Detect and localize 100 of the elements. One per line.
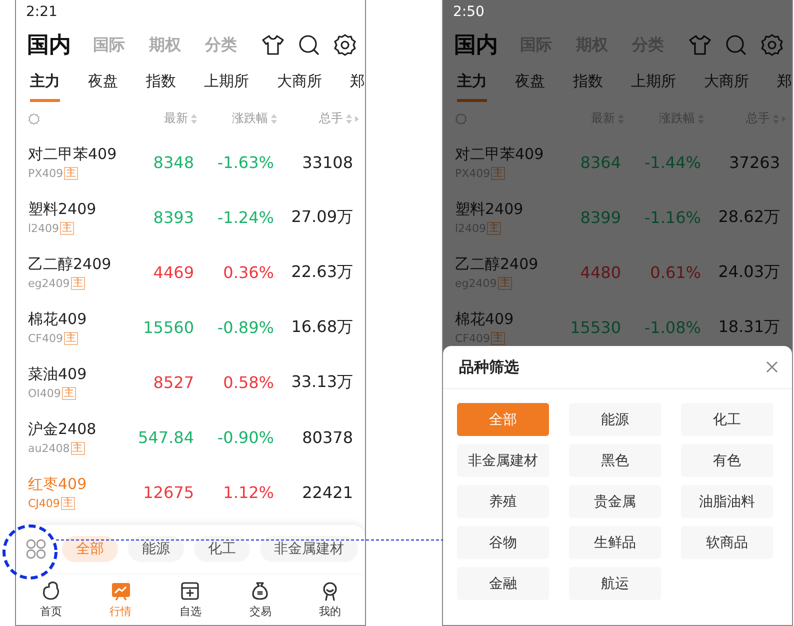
category-option[interactable]: 软商品 bbox=[681, 526, 773, 559]
latest-price: 547.84 bbox=[137, 428, 194, 447]
category-option[interactable]: 生鲜品 bbox=[569, 526, 661, 559]
exchange-tab[interactable]: 上期所 bbox=[204, 72, 249, 102]
main-contract-tag: 主 bbox=[62, 387, 76, 400]
category-chip[interactable]: 化工 bbox=[194, 536, 250, 562]
main-contract-tag: 主 bbox=[60, 222, 74, 235]
main-contract-tag: 主 bbox=[487, 222, 502, 235]
change-percent: -1.63% bbox=[216, 153, 274, 172]
volume: 33.13万 bbox=[290, 372, 353, 393]
main-contract-tag: 主 bbox=[491, 167, 506, 180]
latest-price: 8527 bbox=[152, 373, 194, 392]
category-option[interactable]: 有色 bbox=[681, 444, 773, 477]
latest-price: 15530 bbox=[569, 318, 621, 337]
change-percent: -0.90% bbox=[216, 428, 274, 447]
contract-code: OI409 bbox=[28, 387, 61, 400]
market-tab[interactable]: 国内 bbox=[27, 30, 71, 60]
exchange-tab[interactable]: 郑 bbox=[350, 72, 365, 102]
caret-icon bbox=[355, 116, 359, 122]
nav-item[interactable]: 自选 bbox=[165, 580, 216, 618]
volume: 80378 bbox=[301, 428, 353, 447]
contract-name: 菜油409 bbox=[28, 365, 88, 384]
change-percent: -1.24% bbox=[216, 208, 274, 227]
contract-name: 塑料2409 bbox=[28, 200, 98, 219]
shirt-icon[interactable] bbox=[261, 33, 285, 57]
contract-name: 红枣409 bbox=[28, 475, 88, 494]
volume: 37263 bbox=[728, 153, 780, 172]
main-contract-tag: 主 bbox=[491, 332, 506, 345]
exchange-tab[interactable]: 指数 bbox=[146, 72, 176, 102]
category-option[interactable]: 能源 bbox=[569, 403, 661, 436]
close-icon[interactable] bbox=[766, 361, 778, 373]
category-option[interactable]: 金融 bbox=[457, 567, 549, 600]
contract-code: CJ409 bbox=[28, 497, 60, 510]
market-tab[interactable]: 国内 bbox=[454, 30, 498, 60]
volume: 22421 bbox=[301, 483, 353, 502]
contract-name: 乙二醇2409 bbox=[455, 255, 540, 274]
settings-icon[interactable] bbox=[333, 33, 357, 57]
volume: 33108 bbox=[301, 153, 353, 172]
change-percent: -0.89% bbox=[216, 318, 274, 337]
search-icon[interactable] bbox=[297, 33, 321, 57]
nav-item[interactable]: 交易 bbox=[235, 580, 286, 618]
main-contract-tag: 主 bbox=[60, 497, 75, 510]
volume: 16.68万 bbox=[290, 317, 353, 338]
exchange-tab[interactable]: 夜盘 bbox=[88, 72, 118, 102]
exchange-tab[interactable]: 大商所 bbox=[277, 72, 322, 102]
change-percent: 0.58% bbox=[222, 373, 274, 392]
latest-price: 4469 bbox=[152, 263, 194, 282]
change-percent: 0.36% bbox=[222, 263, 274, 282]
change-percent: -1.44% bbox=[643, 153, 701, 172]
highlight-circle bbox=[2, 524, 58, 580]
contract-code: CF409 bbox=[28, 332, 64, 345]
exchange-tab[interactable]: 主力 bbox=[30, 72, 60, 102]
category-option[interactable]: 谷物 bbox=[457, 526, 549, 559]
latest-price: 8399 bbox=[579, 208, 621, 227]
contract-code: PX409 bbox=[28, 167, 64, 180]
volume: 28.62万 bbox=[717, 207, 780, 228]
contract-name: 塑料2409 bbox=[455, 200, 524, 219]
sheet-title: 品种筛选 bbox=[459, 358, 519, 376]
contract-name: 沪金2408 bbox=[28, 420, 98, 439]
latest-price: 12675 bbox=[142, 483, 194, 502]
contract-code: eg2409 bbox=[28, 277, 70, 290]
category-option[interactable]: 化工 bbox=[681, 403, 773, 436]
change-percent: -1.16% bbox=[643, 208, 701, 227]
change-percent: -1.08% bbox=[643, 318, 701, 337]
main-contract-tag: 主 bbox=[64, 332, 78, 345]
category-chip[interactable]: 非金属建材 bbox=[260, 536, 358, 562]
latest-price: 15560 bbox=[142, 318, 194, 337]
sort-icon bbox=[346, 114, 352, 124]
status-time: 2:50 bbox=[453, 4, 484, 20]
contract-name: 棉花409 bbox=[455, 310, 515, 329]
contract-code: l2409 bbox=[28, 222, 60, 235]
contract-name: 乙二醇2409 bbox=[28, 255, 112, 274]
main-contract-tag: 主 bbox=[498, 277, 512, 290]
status-time: 2:21 bbox=[26, 4, 58, 20]
latest-price: 4480 bbox=[579, 263, 621, 282]
nav-item[interactable]: 首页 bbox=[26, 580, 76, 618]
watchlist-icon bbox=[179, 580, 202, 602]
category-option[interactable]: 贵金属 bbox=[569, 485, 661, 518]
category-option[interactable]: 养殖 bbox=[457, 485, 549, 518]
volume: 27.09万 bbox=[290, 207, 353, 228]
main-contract-tag: 主 bbox=[70, 442, 85, 455]
change-percent: 0.61% bbox=[649, 263, 701, 282]
volume: 24.03万 bbox=[717, 262, 780, 283]
grid-icon[interactable] bbox=[26, 539, 46, 559]
category-option[interactable]: 非金属建材 bbox=[457, 444, 549, 477]
category-option[interactable]: 黑色 bbox=[569, 444, 661, 477]
volume: 22.63万 bbox=[290, 262, 353, 283]
latest-price: 8393 bbox=[152, 208, 194, 227]
contract-code: au2408 bbox=[28, 442, 70, 455]
category-option[interactable]: 油脂油料 bbox=[681, 485, 773, 518]
category-option[interactable]: 航运 bbox=[569, 567, 661, 600]
contract-name: 棉花409 bbox=[28, 310, 88, 329]
main-contract-tag: 主 bbox=[64, 167, 78, 180]
main-contract-tag: 主 bbox=[70, 277, 85, 290]
latest-price: 8364 bbox=[579, 153, 621, 172]
nav-item[interactable]: 我的 bbox=[305, 580, 356, 618]
category-chip[interactable]: 能源 bbox=[128, 536, 184, 562]
volume: 18.31万 bbox=[717, 317, 780, 338]
contract-name: 对二甲苯409 bbox=[455, 145, 545, 164]
contract-name: 对二甲苯409 bbox=[28, 145, 118, 164]
